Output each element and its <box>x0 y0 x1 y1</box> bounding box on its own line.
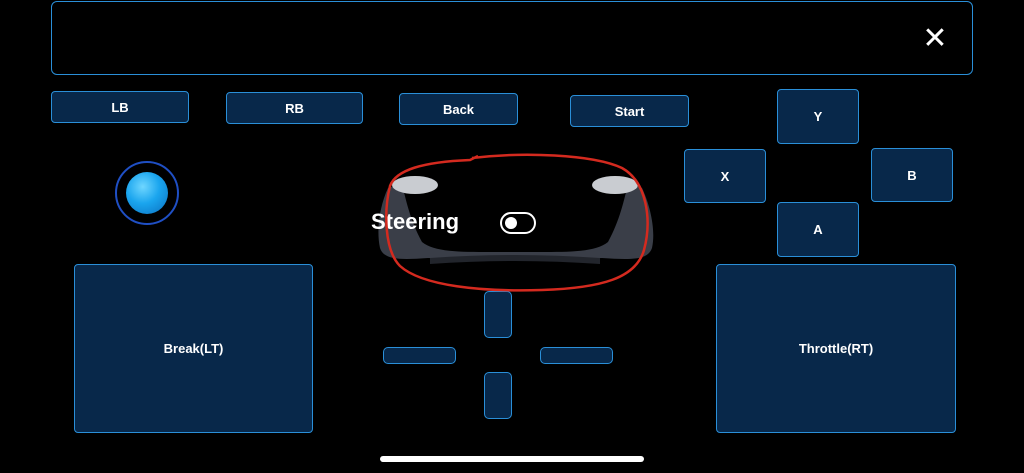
back-button[interactable]: Back <box>399 93 518 125</box>
dpad-right-button[interactable] <box>540 347 613 364</box>
home-indicator[interactable] <box>380 456 644 462</box>
dpad-left-button[interactable] <box>383 347 456 364</box>
brake-lt-button[interactable]: Break(LT) <box>74 264 313 433</box>
joystick[interactable] <box>115 161 179 225</box>
y-button[interactable]: Y <box>777 89 859 144</box>
a-button[interactable]: A <box>777 202 859 257</box>
close-icon[interactable]: ✕ <box>921 24 949 54</box>
start-button[interactable]: Start <box>570 95 689 127</box>
b-button[interactable]: B <box>871 148 953 202</box>
dpad-up-button[interactable] <box>484 291 512 338</box>
red-annotation-circle <box>385 153 649 292</box>
lb-button[interactable]: LB <box>51 91 189 123</box>
throttle-rt-button[interactable]: Throttle(RT) <box>716 264 956 433</box>
dpad-down-button[interactable] <box>484 372 512 419</box>
rb-button[interactable]: RB <box>226 92 363 124</box>
x-button[interactable]: X <box>684 149 766 203</box>
gamepad-screen: ✕ LB RB Back Start Y X B A Break(LT) Thr… <box>0 0 1024 473</box>
joystick-knob[interactable] <box>126 172 168 214</box>
top-bar <box>51 1 973 75</box>
